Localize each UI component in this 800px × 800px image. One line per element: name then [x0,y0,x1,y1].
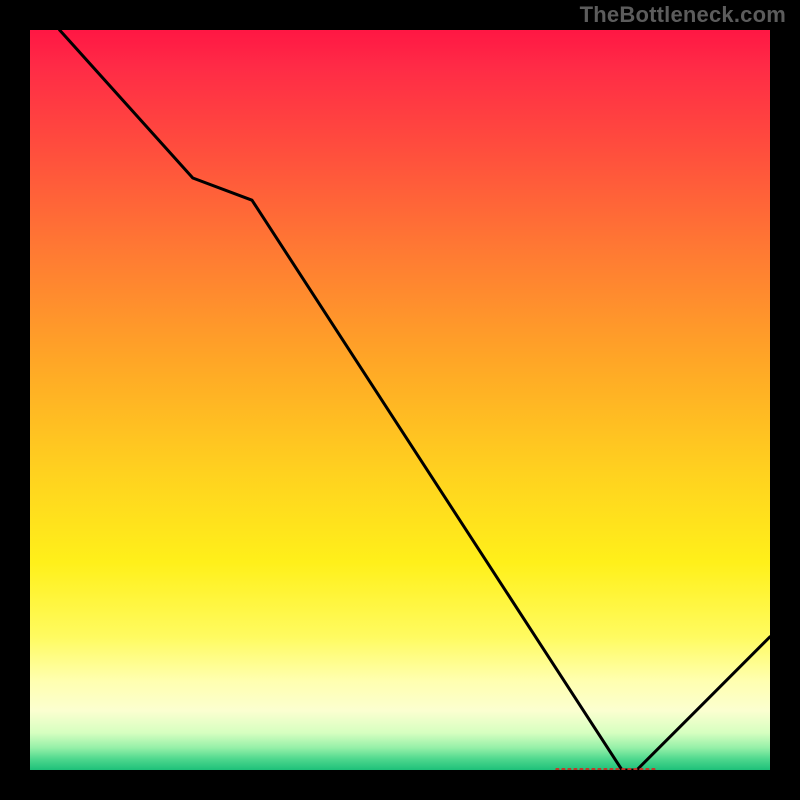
optimal-range-marker [555,768,655,770]
chart-frame: TheBottleneck.com [0,0,800,800]
gradient-background [30,30,770,770]
plot-area [30,30,770,770]
watermark-text: TheBottleneck.com [580,2,786,28]
bottleneck-curve-chart [30,30,770,770]
